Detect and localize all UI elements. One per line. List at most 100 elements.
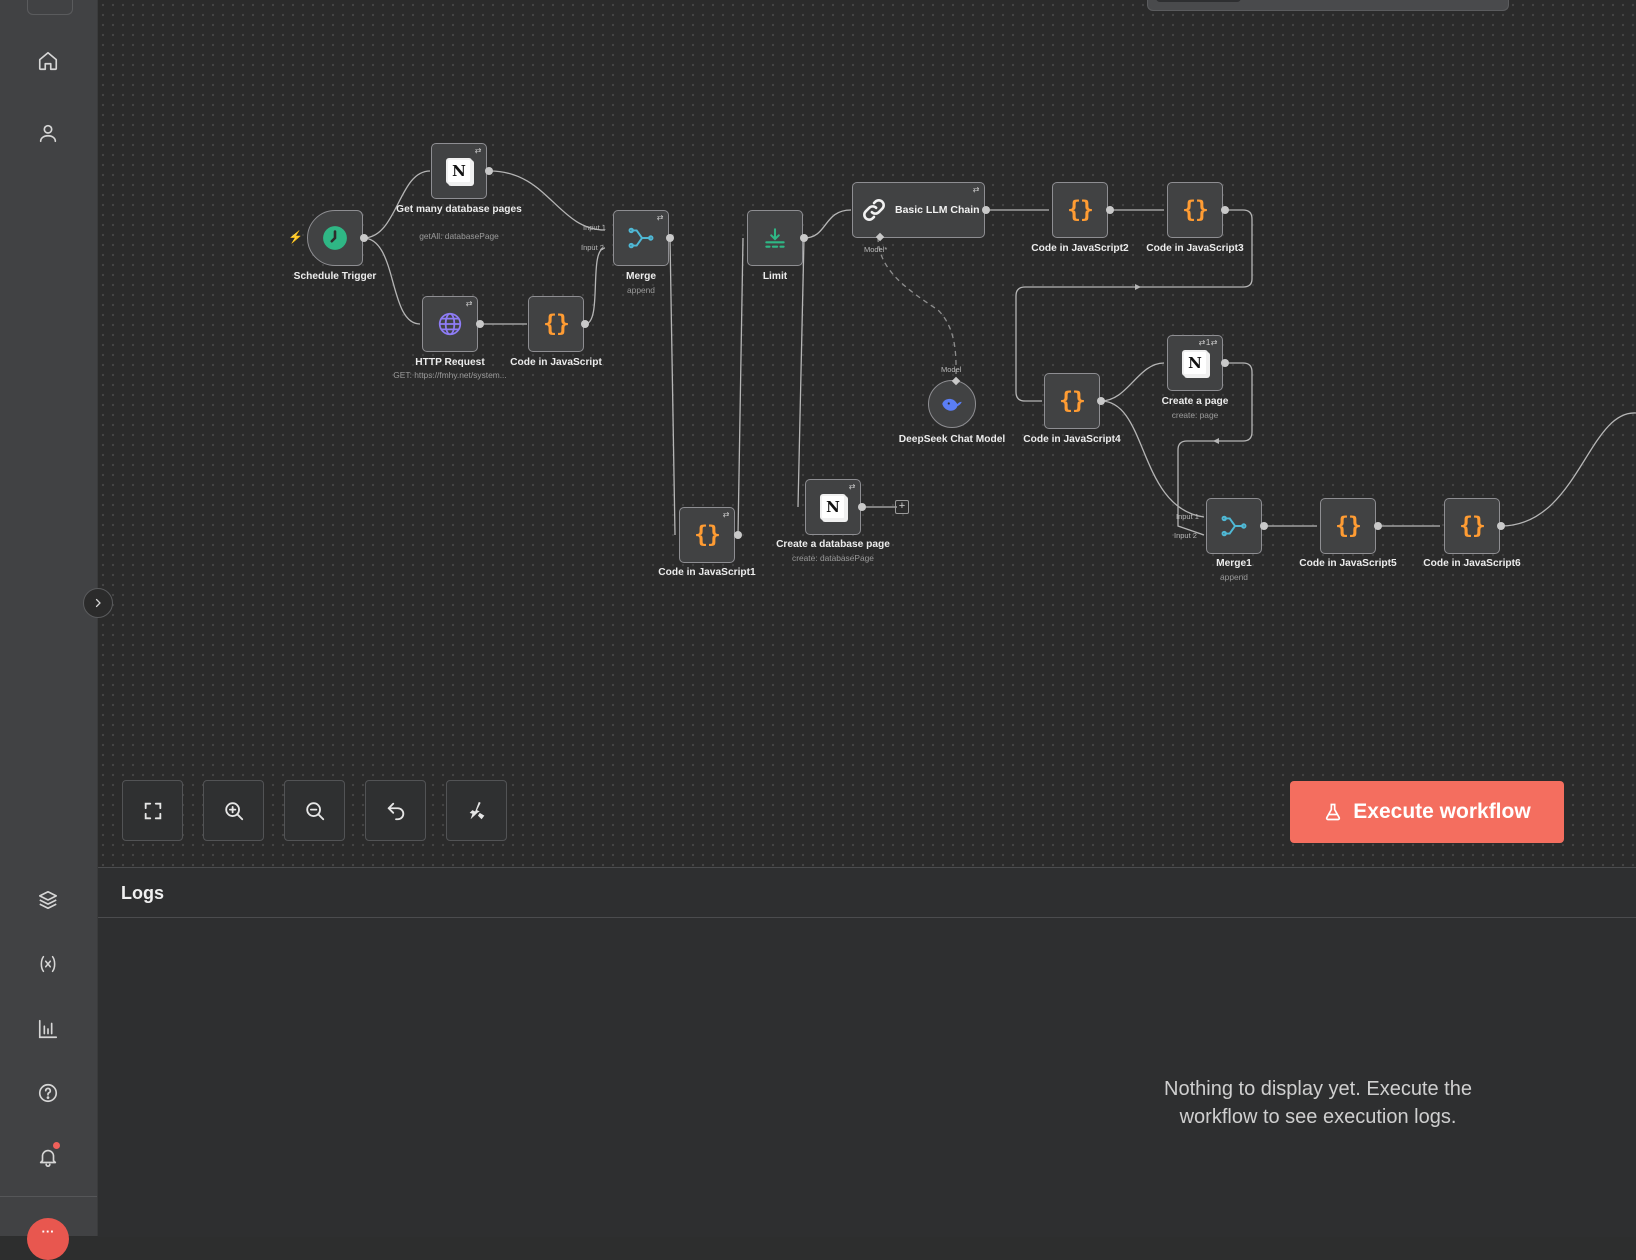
fullscreen-icon [144, 802, 161, 819]
node-label: Code in JavaScript1 [658, 567, 756, 578]
refresh-icon: ⇄ [848, 482, 856, 491]
node-code-in-javascript2[interactable]: {} [1052, 182, 1108, 238]
notification-dot [53, 1142, 60, 1149]
node-code-in-javascript[interactable]: {} [528, 296, 584, 352]
node-limit[interactable] [747, 210, 803, 266]
input-label: Input 2 [581, 243, 604, 252]
lightning-icon: ⚡ [288, 230, 303, 244]
notion-icon: N [1182, 350, 1208, 376]
arrow [1213, 438, 1219, 444]
node-label: Code in JavaScript [510, 357, 602, 368]
clock-icon [323, 226, 347, 250]
logs-empty-message: Nothing to display yet. Execute the work… [1164, 1078, 1472, 1128]
input-label: Input 1 [1176, 512, 1199, 521]
link-icon [863, 199, 885, 221]
node-schedule-trigger[interactable] [307, 210, 363, 266]
node-merge[interactable]: ⇄ [613, 210, 669, 266]
code-braces-icon: {} [1459, 513, 1486, 539]
connections-layer [362, 170, 1636, 536]
node-code-in-javascript5[interactable]: {} [1320, 498, 1376, 554]
code-braces-icon: {} [1059, 388, 1086, 414]
notion-icon: N [446, 158, 472, 184]
node-title: Basic LLM Chain [895, 204, 980, 216]
model-connection [877, 236, 957, 381]
execute-workflow-button[interactable]: Execute workflow [1290, 781, 1564, 843]
pin-count-badge: ⇄1⇄ [1198, 338, 1218, 347]
refresh-icon: ⇄ [972, 185, 980, 194]
home-icon[interactable] [28, 41, 68, 81]
node-subtitle: append [627, 285, 655, 295]
code-braces-icon: {} [694, 522, 721, 548]
node-label: Create a page [1161, 396, 1229, 407]
code-braces-icon: {} [1335, 513, 1362, 539]
node-deepseek-chat-model[interactable] [928, 380, 976, 428]
logs-panel: Logs Nothing to display yet. Execute the… [98, 867, 1636, 1237]
node-subtitle: create: page [1171, 410, 1219, 420]
user-icon[interactable] [28, 113, 68, 153]
help-circle-icon[interactable] [28, 1073, 68, 1113]
merge-icon [628, 227, 654, 249]
globe-icon [438, 312, 462, 336]
code-braces-icon: {} [1067, 197, 1094, 223]
node-basic-llm-chain[interactable]: Basic LLM Chain ⇄ [852, 182, 985, 238]
sidebar: ··· [0, 0, 98, 1260]
zoom-in-button[interactable] [203, 780, 264, 841]
notion-icon: N [820, 494, 846, 520]
broom-icon [469, 801, 484, 819]
undo-button[interactable] [365, 780, 426, 841]
refresh-icon: ⇄ [656, 213, 664, 222]
refresh-icon: ⇄ [474, 146, 482, 155]
sidebar-divider [0, 1196, 97, 1197]
node-code-in-javascript3[interactable]: {} [1167, 182, 1223, 238]
logs-header[interactable]: Logs [98, 868, 1636, 918]
arrow [1135, 284, 1141, 290]
node-label: Limit [762, 271, 788, 282]
expand-sidebar-button[interactable] [83, 588, 113, 618]
merge-icon [1221, 515, 1247, 537]
node-merge1[interactable] [1206, 498, 1262, 554]
code-braces-icon: {} [1182, 197, 1209, 223]
node-code-in-javascript1[interactable]: {} ⇄ [679, 507, 735, 563]
node-create-a-page[interactable]: N ⇄1⇄ [1167, 335, 1223, 391]
bar-chart-icon[interactable] [28, 1009, 68, 1049]
zoom-in-icon [224, 801, 243, 820]
port-label: Model* [864, 245, 888, 254]
variables-icon[interactable] [28, 944, 68, 984]
connection [1500, 412, 1636, 527]
node-code-in-javascript4[interactable]: {} [1044, 373, 1100, 429]
node-label: Code in JavaScript6 [1423, 558, 1521, 569]
workflow-canvas[interactable]: Schedule Trigger ⚡ N ⇄ Get many database… [98, 0, 1636, 867]
deepseek-whale-icon [942, 398, 962, 411]
node-label: Create a database page [776, 539, 890, 550]
cube-icon[interactable] [28, 880, 68, 920]
input-label: Input 2 [1174, 531, 1197, 540]
add-node-button[interactable]: + [895, 500, 909, 514]
node-label: Get many database pages [396, 204, 522, 215]
sidebar-logo-stub[interactable] [27, 0, 73, 15]
node-get-many-database-pages[interactable]: N ⇄ [431, 143, 487, 199]
zoom-out-button[interactable] [284, 780, 345, 841]
node-code-in-javascript6[interactable]: {} [1444, 498, 1500, 554]
logs-title: Logs [121, 883, 164, 903]
connection [803, 209, 852, 239]
flask-icon [1326, 803, 1341, 821]
avatar[interactable]: ··· [27, 1218, 69, 1260]
undo-icon [387, 802, 404, 820]
node-create-a-database-page[interactable]: N ⇄ [805, 479, 861, 535]
fit-view-button[interactable] [122, 780, 183, 841]
node-label: Code in JavaScript3 [1146, 243, 1244, 254]
node-subtitle: append [1220, 572, 1248, 582]
connection [489, 170, 606, 231]
node-subtitle: GET: https://fmhy.net/system... [393, 370, 507, 380]
node-label: Schedule Trigger [293, 271, 377, 282]
node-http-request[interactable]: ⇄ [422, 296, 478, 352]
limit-icon [765, 228, 785, 248]
node-label: Code in JavaScript4 [1023, 434, 1121, 445]
execute-workflow-label: Execute workflow [1353, 800, 1531, 823]
code-braces-icon: {} [543, 311, 570, 337]
bell-icon[interactable] [28, 1137, 68, 1177]
input-label: Input 1 [583, 223, 606, 232]
node-subtitle: create: databasePage [792, 553, 874, 563]
tidy-up-button[interactable] [446, 780, 507, 841]
refresh-icon: ⇄ [722, 510, 730, 519]
